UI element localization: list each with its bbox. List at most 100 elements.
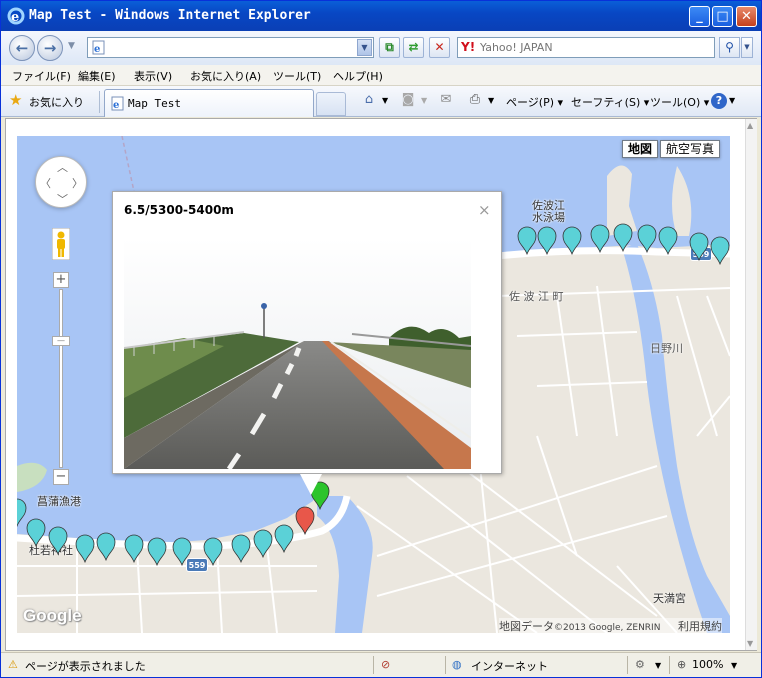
route-point-marker[interactable]: [253, 529, 273, 559]
search-box[interactable]: Y!: [457, 37, 715, 58]
status-divider: [373, 656, 374, 674]
compatibility-view-button[interactable]: ⧉: [379, 37, 400, 58]
pan-down-icon[interactable]: ﹀: [57, 191, 68, 207]
zoom-slider-thumb[interactable]: —: [52, 336, 70, 346]
terms-link[interactable]: 利用規約: [678, 620, 722, 633]
route-point-marker[interactable]: [172, 537, 192, 567]
stop-button[interactable]: ✕: [429, 37, 450, 58]
google-map[interactable]: 佐波江 水泳場 佐 波 江 町 日野川 菖蒲漁港 杜若神社 天満宮 559 55…: [17, 136, 730, 633]
address-bar[interactable]: e ▼: [87, 37, 374, 58]
current-position-marker[interactable]: [295, 506, 315, 536]
info-window: 6.5/5300-5400m ×: [112, 191, 502, 474]
zoom-in-button[interactable]: +: [53, 272, 69, 288]
menu-edit[interactable]: 編集(E): [78, 68, 116, 84]
tools-menu-button[interactable]: ツール(O) ▾: [650, 94, 709, 110]
route-point-marker[interactable]: [613, 223, 633, 253]
recent-pages-dropdown[interactable]: ▼: [68, 41, 75, 51]
tab-map-test[interactable]: e Map Test: [104, 89, 314, 117]
popup-blocker-icon[interactable]: ⊘: [381, 658, 390, 671]
route-point-marker[interactable]: [17, 498, 27, 528]
settings-dropdown[interactable]: ▼: [655, 661, 661, 670]
pan-left-icon[interactable]: 〈: [40, 175, 51, 191]
page-menu-button[interactable]: ページ(P) ▾: [506, 94, 563, 110]
route-point-marker[interactable]: [517, 226, 537, 256]
map-type-satellite-button[interactable]: 航空写真: [660, 140, 721, 158]
zoom-out-button[interactable]: −: [53, 469, 69, 485]
search-input[interactable]: [480, 39, 710, 56]
pan-control[interactable]: ︿ ﹀ 〈 〉: [35, 156, 87, 208]
route-point-marker[interactable]: [537, 226, 557, 256]
stop-icon: ✕: [434, 40, 445, 54]
svg-text:e: e: [11, 10, 19, 25]
route-point-marker[interactable]: [147, 537, 167, 567]
close-window-button[interactable]: ✕: [736, 6, 757, 27]
refresh-button[interactable]: ⇄: [403, 37, 424, 58]
mail-icon[interactable]: ✉: [437, 91, 455, 109]
route-point-marker[interactable]: [231, 534, 251, 564]
page-menu-label: ページ(P): [506, 96, 554, 109]
zoom-dropdown[interactable]: ▼: [731, 661, 737, 670]
pegman-icon[interactable]: [52, 228, 70, 260]
vertical-scrollbar[interactable]: ▲ ▼: [745, 119, 757, 650]
menu-help[interactable]: ヘルプ(H): [333, 68, 383, 84]
map-type-map-button[interactable]: 地図: [622, 140, 659, 158]
route-point-marker[interactable]: [124, 534, 144, 564]
tab-command-bar: ★ お気に入り e Map Test ⌂ ▼ ◙ ▼ ✉ ⎙ ▼ ページ(P) …: [1, 86, 761, 117]
route-point-marker[interactable]: [26, 518, 46, 548]
zoom-slider-track[interactable]: [59, 289, 63, 468]
route-point-marker[interactable]: [689, 232, 709, 262]
search-options-dropdown[interactable]: ▼: [741, 37, 753, 58]
browser-window: e Map Test - Windows Internet Explorer _…: [0, 0, 762, 678]
home-dropdown[interactable]: ▼: [382, 96, 388, 105]
print-dropdown[interactable]: ▼: [488, 96, 494, 105]
title-bar[interactable]: e Map Test - Windows Internet Explorer _…: [1, 1, 761, 31]
menu-tools[interactable]: ツール(T): [273, 68, 321, 84]
route-point-marker[interactable]: [274, 524, 294, 554]
menu-view[interactable]: 表示(V): [134, 68, 172, 84]
help-dropdown[interactable]: ▼: [729, 96, 735, 105]
zoom-icon: ⊕: [677, 658, 687, 671]
info-window-title: 6.5/5300-5400m: [124, 203, 234, 217]
home-icon[interactable]: ⌂: [360, 91, 378, 109]
scroll-down-icon[interactable]: ▼: [747, 639, 753, 648]
google-logo[interactable]: Google: [23, 606, 82, 626]
info-window-close-button[interactable]: ×: [478, 201, 491, 219]
help-icon[interactable]: ?: [711, 93, 727, 109]
star-icon[interactable]: ★: [9, 93, 22, 108]
rss-feed-icon[interactable]: ◙: [399, 91, 417, 109]
maximize-button[interactable]: □: [712, 6, 733, 27]
route-point-marker[interactable]: [48, 526, 68, 556]
window-title: Map Test - Windows Internet Explorer: [29, 8, 311, 23]
address-dropdown-button[interactable]: ▼: [357, 39, 372, 56]
route-point-marker[interactable]: [710, 236, 730, 266]
minimize-button[interactable]: _: [689, 6, 710, 27]
route-point-marker[interactable]: [637, 224, 657, 254]
new-tab-button[interactable]: [316, 92, 346, 116]
route-point-marker[interactable]: [75, 534, 95, 564]
favorites-button[interactable]: お気に入り: [29, 94, 84, 110]
back-button[interactable]: ←: [9, 35, 35, 61]
zoom-level[interactable]: 100%: [692, 658, 723, 671]
protected-mode-icon[interactable]: ⚙: [635, 658, 645, 671]
forward-button[interactable]: →: [37, 35, 63, 61]
status-text: ページが表示されました: [25, 660, 146, 673]
safety-menu-label: セーフティ(S): [571, 96, 641, 109]
route-point-marker[interactable]: [203, 537, 223, 567]
toolbar-divider: [99, 91, 100, 113]
address-toolbar: ← → ▼ e ▼ ⧉ ⇄ ✕ Y! ⚲ ▼: [1, 31, 761, 65]
route-point-marker[interactable]: [562, 226, 582, 256]
scroll-up-icon[interactable]: ▲: [747, 121, 753, 130]
pan-right-icon[interactable]: 〉: [72, 175, 83, 191]
route-point-marker[interactable]: [658, 226, 678, 256]
route-point-marker[interactable]: [96, 532, 116, 562]
printer-icon[interactable]: ⎙: [466, 91, 484, 109]
warning-icon: ⚠: [8, 658, 18, 671]
safety-menu-button[interactable]: セーフティ(S) ▾: [571, 94, 649, 110]
route-point-marker[interactable]: [590, 224, 610, 254]
search-button[interactable]: ⚲: [719, 37, 740, 58]
menu-favorites[interactable]: お気に入り(A): [190, 68, 261, 84]
feed-dropdown[interactable]: ▼: [421, 96, 427, 105]
ie-logo-icon: e: [7, 7, 25, 25]
menu-file[interactable]: ファイル(F): [12, 68, 71, 84]
pan-up-icon[interactable]: ︿: [57, 159, 68, 175]
